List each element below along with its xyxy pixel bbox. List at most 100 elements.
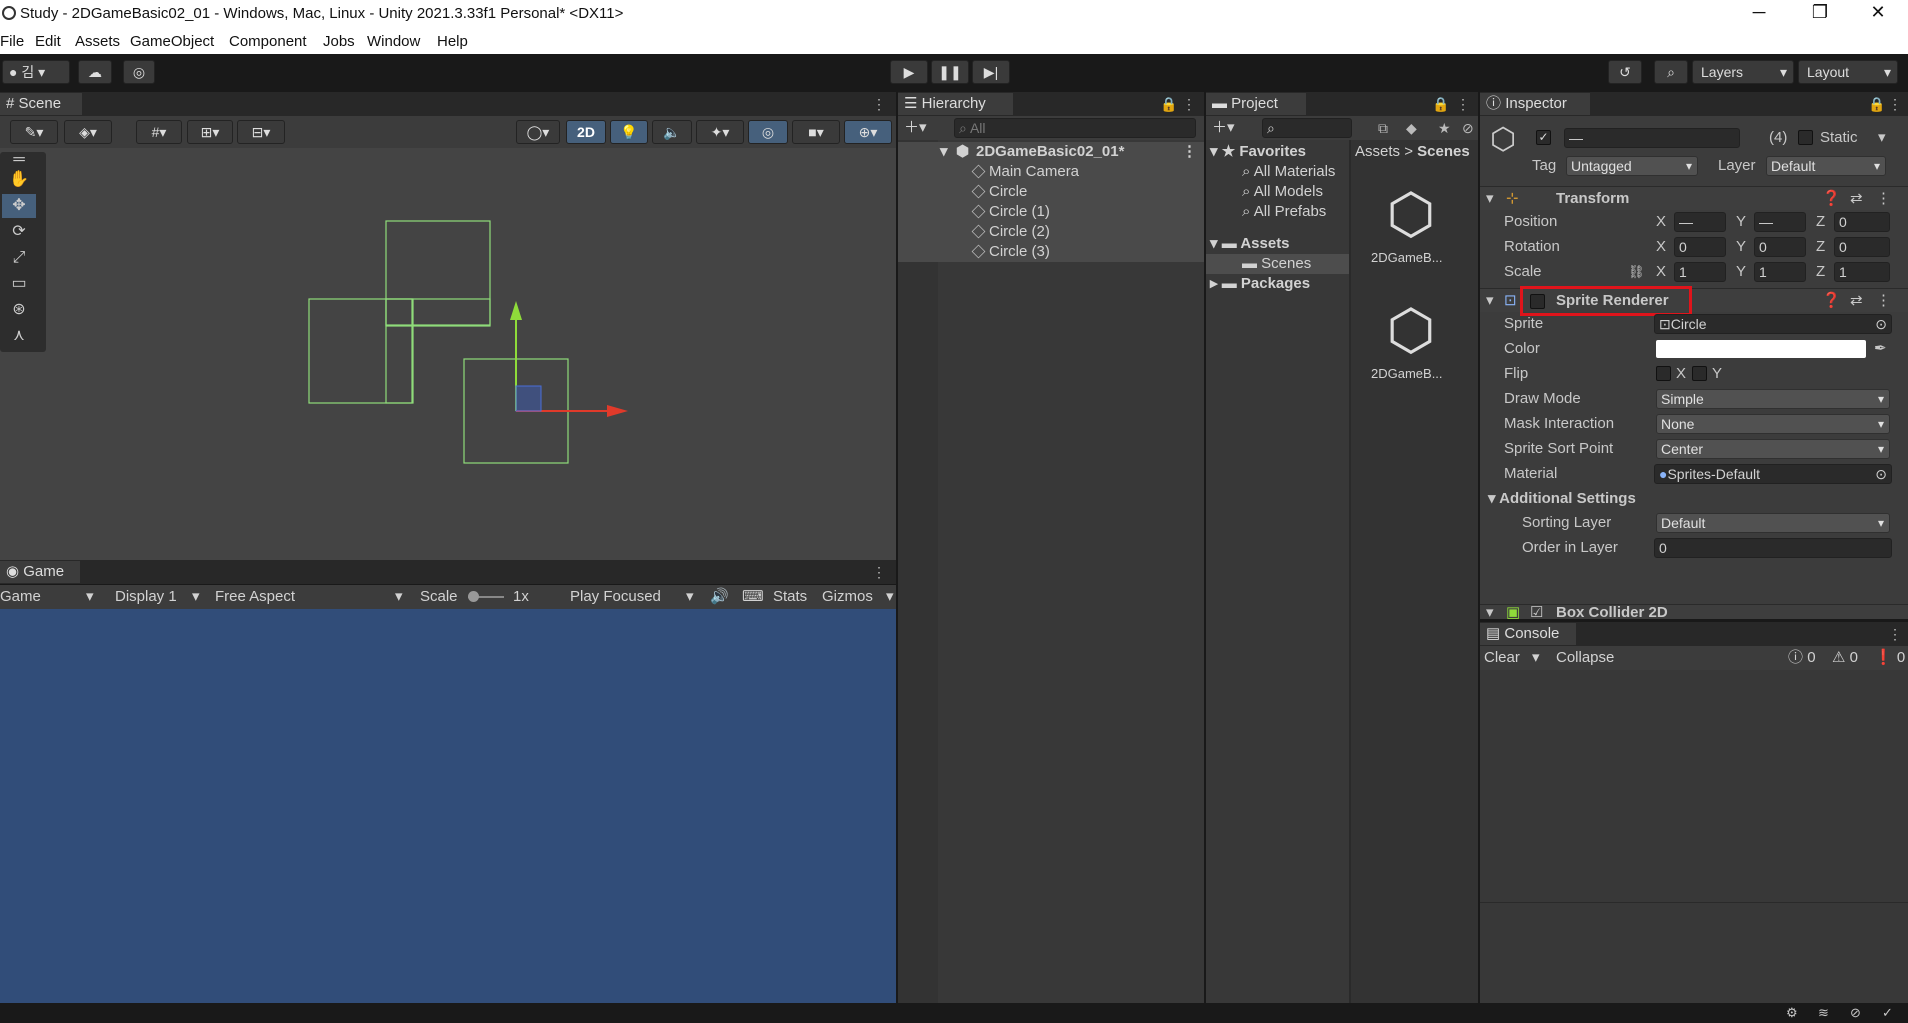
more-options-icon[interactable]: ⋮ [1876,291,1891,311]
gizmos-dropdown-arrow[interactable]: ▾ [886,587,894,607]
favorite-all-models[interactable]: ⌕ All Models [1242,182,1323,202]
tab-scene[interactable]: # Scene [0,93,82,115]
stats-button[interactable]: Stats [773,587,807,607]
menu-jobs[interactable]: Jobs [323,33,355,50]
game-viewport[interactable] [0,609,896,1003]
scenes-folder-item[interactable]: ▬ Scenes [1206,254,1349,274]
file-label[interactable]: 2DGameB... [1371,364,1443,384]
expand-arrow-icon[interactable]: ▾ [940,142,948,162]
object-picker-icon[interactable]: ⊙ [1875,465,1887,483]
favorite-all-prefabs[interactable]: ⌕ All Prefabs [1242,202,1326,222]
rotation-y-field[interactable]: 0 [1754,237,1806,257]
favorite-all-materials[interactable]: ⌕ All Materials [1242,162,1335,182]
tab-project[interactable]: ▬ Project [1206,93,1306,115]
scene-root-item[interactable]: ▾ ⬢ 2DGameBasic02_01* ⋮ [898,142,1204,162]
hidden-packages-icon[interactable]: ⊘ [1462,120,1474,137]
flip-x-checkbox[interactable] [1656,366,1671,381]
tab-hierarchy[interactable]: ☰ Hierarchy [898,93,1013,115]
project-search-input[interactable]: ⌕ [1262,118,1352,138]
draw-mode-dropdown[interactable]: Simple [1656,389,1890,409]
search-icon[interactable]: ⌕ [1654,60,1688,84]
foldout-arrow-icon[interactable]: ▾ [1486,291,1494,311]
box-collider-header[interactable]: ▾ ▣ ☑ Box Collider 2D [1480,604,1908,619]
mask-interaction-dropdown[interactable]: None [1656,414,1890,434]
breadcrumb-assets[interactable]: Assets [1355,143,1400,160]
minimize-button[interactable]: ─ [1739,2,1779,26]
position-y-field[interactable]: — [1754,212,1806,232]
log-count-toggle[interactable]: ⓘ 0 [1788,648,1816,668]
favorites-item[interactable]: ▾ ★ Favorites [1210,142,1306,162]
packages-folder-item[interactable]: ▸ ▬ Packages [1210,274,1310,294]
lock-icon[interactable]: 🔒 [1160,96,1177,113]
material-field[interactable]: ●Sprites-Default ⊙ [1654,464,1892,484]
display-dropdown[interactable]: Display 1 ▾ [115,587,207,607]
favorite-star-icon[interactable]: ★ [1438,120,1451,137]
error-count-toggle[interactable]: ❗ 0 [1874,648,1905,668]
menu-help[interactable]: Help [437,33,468,50]
cloud-icon[interactable]: ☁ [78,60,112,84]
assets-folder-item[interactable]: ▾ ▬ Assets [1210,234,1290,254]
more-options-icon[interactable]: ⋮ [1182,96,1196,113]
layers-dropdown[interactable]: Layers ▾ [1692,60,1794,84]
list-item[interactable]: Circle (3) [898,242,1204,262]
active-checkbox[interactable]: ✓ [1536,130,1551,145]
check-icon[interactable]: ✓ [1882,1003,1893,1023]
progress-icon[interactable]: ⊘ [1850,1003,1861,1023]
list-item[interactable]: Main Camera [898,162,1204,182]
list-item[interactable]: Circle (2) [898,222,1204,242]
more-options-icon[interactable]: ⋮ [872,96,886,113]
tab-game[interactable]: ◉ Game [0,561,80,583]
menu-assets[interactable]: Assets [75,33,120,50]
lock-icon[interactable]: 🔒 [1868,96,1885,113]
more-options-icon[interactable]: ⋮ [1888,96,1902,113]
create-dropdown[interactable]: ＋▾ [1212,118,1235,138]
layout-dropdown[interactable]: Layout ▾ [1798,60,1898,84]
cache-icon[interactable]: ≋ [1818,1003,1829,1023]
maximize-button[interactable]: ❐ [1800,2,1840,26]
menu-window[interactable]: Window [367,33,420,50]
clear-button[interactable]: Clear [1484,648,1520,668]
order-in-layer-field[interactable]: 0 [1654,538,1892,558]
filter-label-icon[interactable]: ◆ [1406,120,1417,137]
position-x-field[interactable]: — [1674,212,1726,232]
file-label[interactable]: 2DGameB... [1371,248,1443,268]
warning-count-toggle[interactable]: ⚠ 0 [1832,648,1858,668]
play-button[interactable]: ▶ [890,60,928,84]
mute-audio-icon[interactable]: 🔊 [710,587,729,607]
lock-icon[interactable]: 🔒 [1432,96,1449,113]
aspect-dropdown[interactable]: Free Aspect ▾ [215,587,410,607]
tab-console[interactable]: ▤ Console [1480,623,1576,645]
sprite-field[interactable]: ⊡Circle ⊙ [1654,314,1892,334]
link-scale-icon[interactable]: ⛓ [1628,262,1645,282]
transform-header[interactable]: ▾ ⊹ Transform ❓ ⇄ ⋮ [1480,186,1908,210]
console-detail-divider[interactable] [1480,902,1908,903]
menu-file[interactable]: File [0,33,24,50]
menu-component[interactable]: Component [229,33,307,50]
menu-edit[interactable]: Edit [35,33,61,50]
enabled-checkbox[interactable]: ☑ [1530,605,1543,619]
account-button[interactable]: ● 김 ▾ [2,60,70,84]
scale-z-field[interactable]: 1 [1834,262,1890,282]
debug-icon[interactable]: ⚙ [1786,1003,1798,1023]
game-view-dropdown[interactable]: Game ▾ [0,587,100,607]
filter-type-icon[interactable]: ⧉ [1378,120,1388,137]
unity-scene-icon[interactable]: ⬡ [1379,182,1443,246]
collapse-button[interactable]: Collapse [1556,648,1614,668]
name-input[interactable]: — [1564,128,1740,148]
breadcrumb-scenes[interactable]: Scenes [1417,143,1470,160]
flip-y-checkbox[interactable] [1692,366,1707,381]
menu-gameobject[interactable]: GameObject [130,33,214,50]
object-picker-icon[interactable]: ⊙ [1875,315,1887,333]
list-item[interactable]: Circle [898,182,1204,202]
layer-dropdown[interactable]: Default [1766,156,1886,176]
scale-y-field[interactable]: 1 [1754,262,1806,282]
more-options-icon[interactable]: ⋮ [1876,189,1891,209]
more-options-icon[interactable]: ⋮ [872,564,886,581]
tag-dropdown[interactable]: Untagged [1566,156,1698,176]
rotation-x-field[interactable]: 0 [1674,237,1726,257]
more-options-icon[interactable]: ⋮ [1456,96,1470,113]
tab-inspector[interactable]: ⓘ Inspector [1480,93,1590,115]
clear-options-dropdown[interactable]: ▾ [1532,648,1540,668]
position-z-field[interactable]: 0 [1834,212,1890,232]
scale-x-field[interactable]: 1 [1674,262,1726,282]
